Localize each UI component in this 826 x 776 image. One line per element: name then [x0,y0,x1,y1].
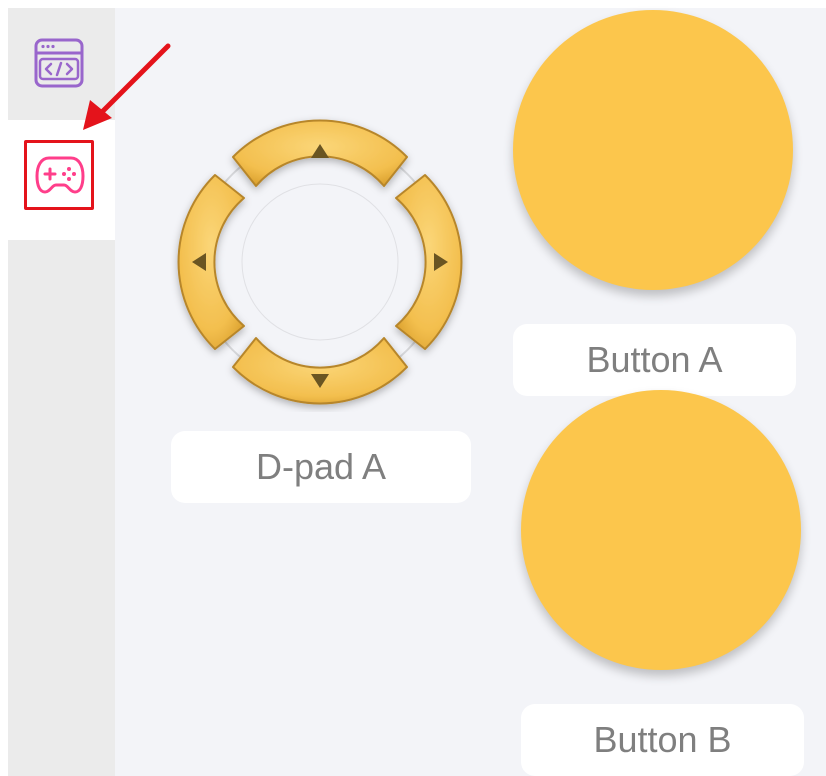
widget-canvas: D-pad A Button A Button B [115,8,826,776]
button-a-label-text: Button A [586,339,723,380]
dpad-label-text: D-pad A [255,446,387,487]
sidebar [8,8,115,776]
sidebar-item-code[interactable] [8,8,115,120]
button-a-label: Button A [513,324,796,396]
code-window-icon [32,36,86,90]
dpad-graphic [177,119,463,405]
button-b[interactable] [521,390,801,670]
dpad-label: D-pad A [171,431,471,503]
app-root: D-pad A Button A Button B [0,0,826,776]
button-b-label-text: Button B [593,719,732,760]
gamepad-icon [35,154,85,196]
dpad-widget [170,112,470,412]
button-a[interactable] [513,10,793,290]
dpad-right-button[interactable] [395,174,463,350]
button-b-label: Button B [521,704,804,776]
sidebar-item-controller[interactable] [8,120,115,240]
dpad-down-button[interactable] [232,337,408,405]
dpad-left-button[interactable] [177,174,245,350]
dpad-up-button[interactable] [232,119,408,187]
